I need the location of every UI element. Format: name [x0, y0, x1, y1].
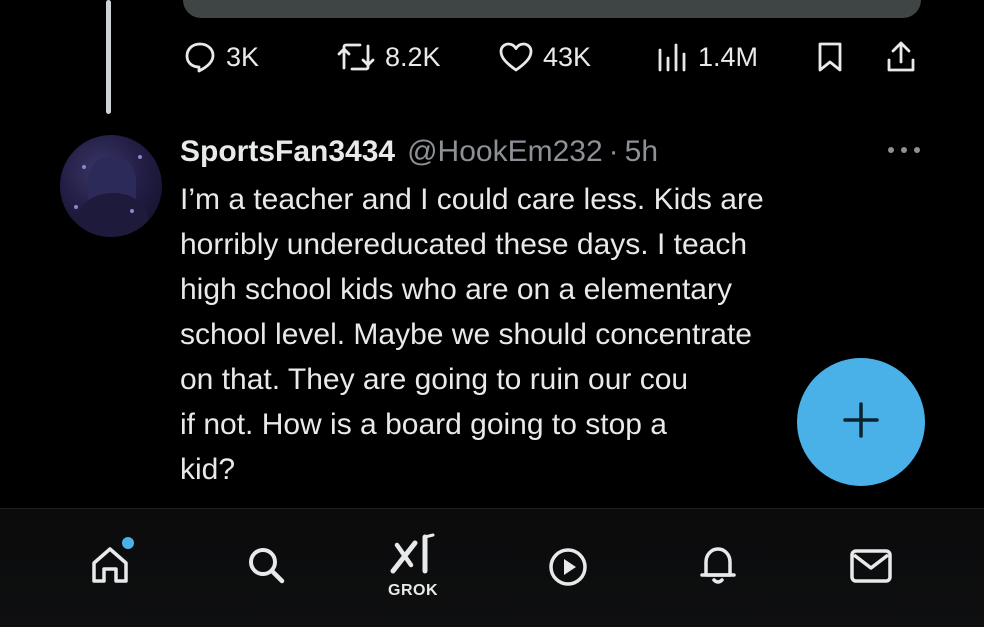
- play-icon: [546, 545, 590, 594]
- views-count: 1.4M: [698, 41, 759, 72]
- bell-icon: [696, 543, 740, 592]
- share-button[interactable]: [884, 36, 918, 78]
- avatar-spark: [74, 205, 78, 209]
- mail-icon: [848, 545, 894, 592]
- avatar-spark: [130, 209, 134, 213]
- bottom-nav: GROK: [0, 508, 984, 627]
- tweet-text-line: high school kids who are on a elementary: [180, 273, 732, 306]
- grok-icon: [389, 531, 437, 580]
- like-button[interactable]: 43K: [498, 36, 591, 78]
- nav-home[interactable]: [88, 537, 134, 592]
- reply-button[interactable]: 3K: [183, 36, 259, 78]
- tweet-text-line: school level. Maybe we should concentrat…: [180, 318, 752, 351]
- compose-button[interactable]: [797, 358, 925, 486]
- grok-label: GROK: [388, 582, 438, 599]
- search-icon: [244, 543, 288, 592]
- share-icon: [884, 40, 918, 74]
- repost-count: 8.2K: [385, 41, 441, 72]
- more-dot: [901, 147, 907, 153]
- repost-button[interactable]: 8.2K: [336, 36, 441, 78]
- nav-notifications[interactable]: [696, 543, 740, 592]
- views-icon: [655, 40, 689, 74]
- avatar-spark: [82, 165, 86, 169]
- avatar-shoulders: [78, 193, 148, 237]
- nav-search[interactable]: [244, 543, 288, 592]
- nav-video[interactable]: [546, 545, 590, 594]
- nav-grok[interactable]: GROK: [388, 531, 438, 600]
- like-icon: [498, 40, 534, 74]
- tweet-text-line: I’m a teacher and I could care less. Kid…: [180, 183, 764, 216]
- quoted-media-card[interactable]: [183, 0, 921, 18]
- display-name[interactable]: SportsFan3434: [180, 135, 395, 169]
- reply-icon: [183, 40, 217, 74]
- avatar[interactable]: [60, 135, 162, 237]
- tweet-timestamp[interactable]: 5h: [625, 135, 658, 169]
- separator-dot: ·: [608, 135, 619, 168]
- like-count: 43K: [543, 41, 592, 72]
- nav-messages[interactable]: [848, 545, 894, 592]
- avatar-spark: [138, 155, 142, 159]
- more-dot: [888, 147, 894, 153]
- views-button[interactable]: 1.4M: [655, 36, 758, 78]
- tweet-header: SportsFan3434 @HookEm232 · 5h: [180, 132, 658, 172]
- home-icon: [88, 537, 134, 592]
- compose-plus-icon: [841, 400, 881, 445]
- tweet-text-line: kid?: [180, 453, 236, 486]
- tweet-action-bar: 3K 8.2K 43K 1.4M: [0, 36, 984, 78]
- more-dot: [914, 147, 920, 153]
- more-icon[interactable]: [888, 144, 920, 156]
- user-handle[interactable]: @HookEm232: [407, 135, 603, 169]
- tweet-text-line: on that. They are going to ruin our cou: [180, 363, 689, 396]
- home-notification-dot: [122, 537, 134, 549]
- repost-icon: [336, 40, 376, 74]
- bookmark-button[interactable]: [815, 36, 845, 78]
- tweet-text-line: horribly undereducated these days. I tea…: [180, 228, 748, 261]
- reply-count: 3K: [226, 41, 260, 72]
- bookmark-icon: [815, 40, 845, 74]
